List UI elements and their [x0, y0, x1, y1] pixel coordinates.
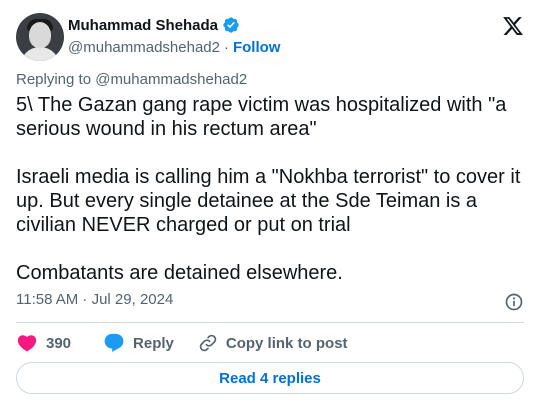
reply-button[interactable]: Reply: [103, 332, 174, 354]
reply-label: Reply: [133, 334, 174, 352]
replying-to: Replying to @muhammadshehad2: [16, 71, 248, 88]
author-block: Muhammad Shehada @muhammadshehad2 · Foll…: [68, 15, 280, 57]
like-count: 390: [46, 334, 72, 352]
display-name[interactable]: Muhammad Shehada: [68, 17, 218, 34]
copy-link-button[interactable]: Copy link to post: [198, 333, 348, 353]
handle-separator: ·: [223, 38, 229, 56]
x-logo-icon[interactable]: [502, 15, 524, 37]
reply-bubble-icon: [104, 333, 124, 352]
avatar[interactable]: [16, 13, 64, 61]
post-header: Muhammad Shehada @muhammadshehad2 · Foll…: [16, 12, 524, 62]
link-icon: [199, 334, 217, 352]
copy-link-label: Copy link to post: [225, 334, 348, 352]
verified-badge-icon: [223, 17, 239, 33]
post-text: 5\ The Gazan gang rape victim was hospit…: [16, 94, 521, 284]
handle-row: @muhammadshehad2 · Follow: [68, 37, 280, 57]
display-name-row: Muhammad Shehada: [68, 15, 280, 35]
post-timestamp[interactable]: 11:58 AM · Jul 29, 2024: [16, 291, 173, 308]
heart-icon: [17, 335, 37, 352]
read-replies-button[interactable]: Read 4 replies: [16, 362, 524, 394]
action-bar: 390 Reply Copy link to post: [16, 331, 368, 355]
author-handle[interactable]: @muhammadshehad2: [68, 39, 220, 56]
like-button[interactable]: 390: [16, 332, 71, 354]
embedded-post-card: Muhammad Shehada @muhammadshehad2 · Foll…: [0, 0, 540, 409]
divider: [16, 322, 524, 323]
info-icon[interactable]: [504, 292, 524, 312]
follow-link[interactable]: Follow: [233, 39, 281, 56]
